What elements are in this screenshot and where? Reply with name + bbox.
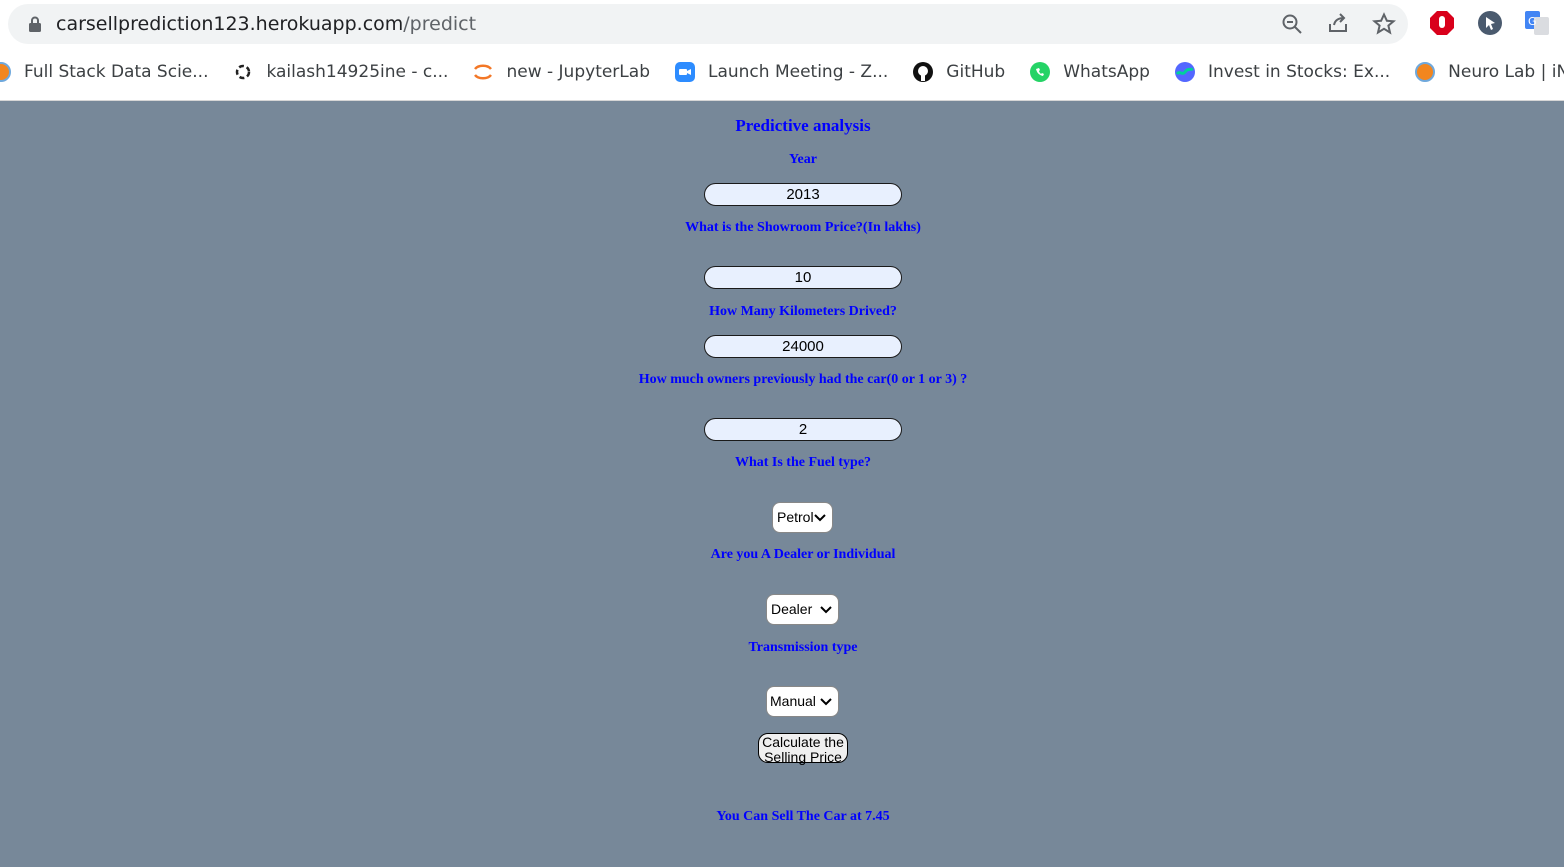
zoom-icon: [674, 62, 695, 82]
page-title: Predictive analysis: [735, 116, 871, 135]
translate-icon[interactable]: G: [1524, 10, 1550, 36]
seller-type-label: Are you A Dealer or Individual: [710, 547, 896, 562]
address-bar[interactable]: carsellprediction123.herokuapp.com/predi…: [8, 4, 1408, 44]
bookmark-kailash[interactable]: kailash14925ine - c...: [232, 61, 448, 83]
bookmark-zoom[interactable]: Launch Meeting - Z...: [674, 61, 888, 83]
transmission-selected: Manual: [770, 693, 816, 709]
browser-chrome: carsellprediction123.herokuapp.com/predi…: [0, 0, 1564, 101]
whatsapp-icon: [1030, 62, 1051, 82]
url-text[interactable]: carsellprediction123.herokuapp.com/predi…: [56, 13, 476, 35]
stocks-icon: [1174, 62, 1195, 82]
orange-circle-icon: [1415, 62, 1436, 82]
transmission-label: Transmission type: [748, 640, 858, 655]
seller-type-selected: Dealer: [771, 601, 813, 617]
year-input[interactable]: 2013: [704, 183, 902, 206]
zoom-out-icon[interactable]: [1280, 12, 1304, 36]
calculate-button-label: Calculate the Selling Price: [762, 734, 844, 765]
year-label: Year: [789, 152, 817, 167]
fuel-type-label: What Is the Fuel type?: [734, 455, 872, 470]
svg-text:G: G: [1528, 15, 1537, 28]
chevron-down-icon: [820, 698, 832, 706]
lock-icon: [29, 16, 41, 32]
share-icon[interactable]: [1326, 12, 1350, 36]
owners-label: How much owners previously had the car(0…: [638, 372, 968, 387]
prediction-result: You Can Sell The Car at 7.45: [716, 809, 890, 824]
url-host: carsellprediction123.herokuapp.com: [56, 13, 404, 35]
showroom-price-label: What is the Showroom Price?(In lakhs): [685, 220, 921, 235]
fuel-type-selected: Petrol: [777, 509, 814, 525]
bookmarks-bar: Full Stack Data Scie... kailash14925ine …: [0, 52, 1564, 92]
bookmark-github[interactable]: GitHub: [912, 61, 1005, 83]
adblock-icon[interactable]: [1429, 10, 1455, 36]
kilometers-label: How Many Kilometers Drived?: [709, 304, 897, 319]
transmission-select[interactable]: Manual: [766, 686, 839, 717]
prediction-page: Predictive analysis Year 2013 What is th…: [0, 101, 1564, 867]
bookmark-neuro-lab[interactable]: Neuro Lab | iNeuro...: [1414, 61, 1564, 83]
owners-input[interactable]: 2: [704, 418, 902, 441]
seller-type-select[interactable]: Dealer: [766, 594, 839, 625]
url-path: /predict: [403, 13, 477, 35]
chevron-down-icon: [820, 606, 832, 614]
kilometers-input[interactable]: 24000: [704, 335, 902, 358]
bookmark-jupyterlab[interactable]: new - JupyterLab: [472, 61, 650, 83]
showroom-price-input[interactable]: 10: [704, 266, 902, 289]
bookmark-whatsapp[interactable]: WhatsApp: [1029, 61, 1150, 83]
chevron-down-icon: [814, 514, 826, 522]
orange-circle-icon: [0, 62, 11, 82]
github-icon: [913, 62, 934, 82]
cursor-extension-icon[interactable]: [1477, 10, 1503, 36]
bookmark-invest[interactable]: Invest in Stocks: Ex...: [1174, 61, 1390, 83]
bookmark-full-stack[interactable]: Full Stack Data Scie...: [0, 61, 208, 83]
jupyter-icon: [474, 64, 493, 80]
fuel-type-select[interactable]: Petrol: [772, 502, 833, 533]
calculate-button[interactable]: Calculate the Selling Price: [758, 733, 848, 765]
spinner-icon: [236, 64, 251, 80]
star-icon[interactable]: [1372, 12, 1396, 36]
